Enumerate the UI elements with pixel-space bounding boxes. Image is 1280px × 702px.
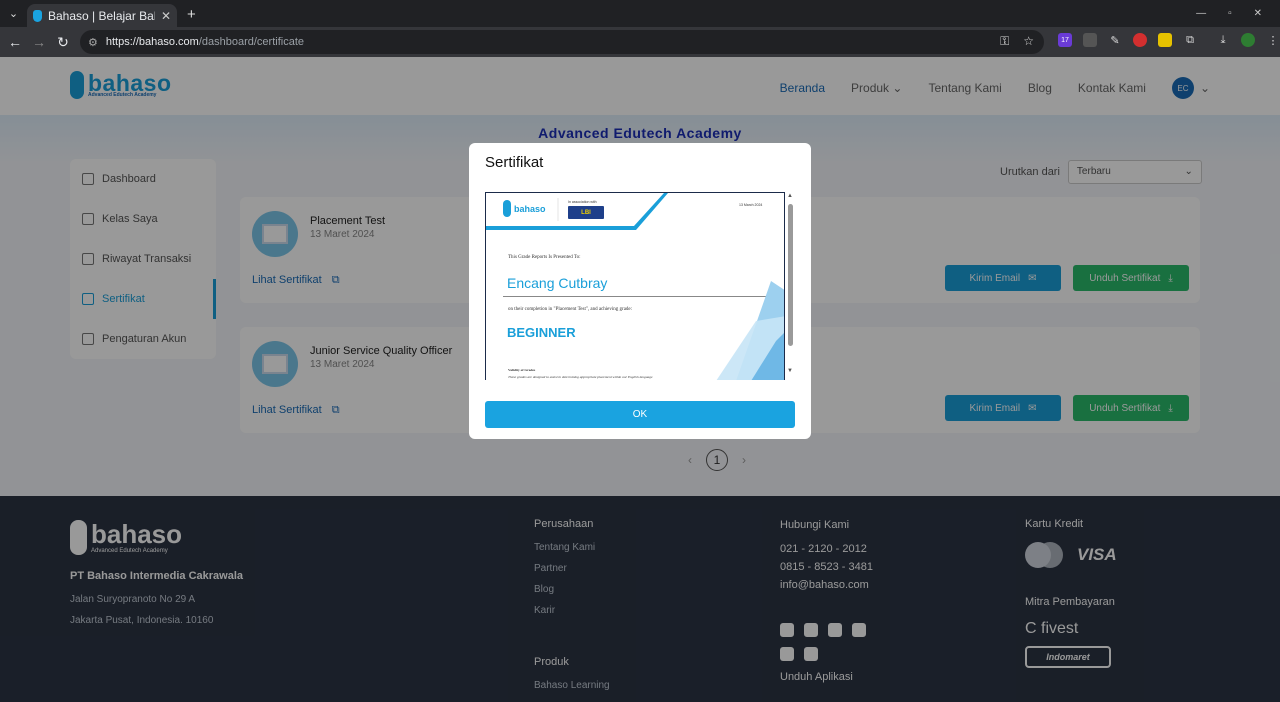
address-bar[interactable]: ⚙ https://bahaso.com/dashboard/certifica… xyxy=(80,30,1044,54)
puzzle-extensions-icon[interactable]: ⧉ xyxy=(1183,33,1197,47)
extension-icon[interactable] xyxy=(1083,33,1097,47)
browser-tab[interactable]: Bahaso | Belajar Bahasa ✕ xyxy=(27,4,177,27)
adblock-extension-icon[interactable] xyxy=(1133,33,1147,47)
restore-icon[interactable]: ▫ xyxy=(1228,8,1232,19)
site-info-icon[interactable]: ⚙ xyxy=(88,36,98,49)
certificate-presented: This Grade Reports Is Presented To: xyxy=(508,255,581,260)
certificate-recipient-name: Encang Cutbray xyxy=(507,275,608,291)
close-tab-icon[interactable]: ✕ xyxy=(161,9,171,23)
calendar-extension-icon[interactable]: 17 xyxy=(1058,33,1072,47)
lbi-logo: LBI xyxy=(568,206,604,219)
scroll-down-icon[interactable]: ▼ xyxy=(787,368,793,374)
scrollbar-thumb[interactable] xyxy=(788,204,793,346)
new-tab-icon[interactable]: + xyxy=(177,6,206,27)
extensions-area: 17 ✎ ⧉ ⤓ ⋮ xyxy=(1058,33,1280,47)
certificate-preview[interactable]: bahaso In association with LBI 13 March … xyxy=(485,192,795,380)
scroll-up-icon[interactable]: ▲ xyxy=(787,193,793,199)
pen-extension-icon[interactable]: ✎ xyxy=(1108,33,1122,47)
certificate-decoration xyxy=(716,281,784,380)
url-text: https://bahaso.com/dashboard/certificate xyxy=(106,36,304,48)
bookmark-star-icon[interactable]: ☆ xyxy=(1023,34,1034,49)
certificate-logo: bahaso xyxy=(503,200,546,217)
password-key-icon[interactable]: ⚿ xyxy=(1000,34,1009,49)
certificate-document: bahaso In association with LBI 13 March … xyxy=(485,192,785,380)
profile-avatar-icon[interactable] xyxy=(1241,33,1255,47)
minimize-icon[interactable]: — xyxy=(1196,8,1206,19)
certificate-logo-text: bahaso xyxy=(514,203,546,214)
certificate-modal: Sertifikat bahaso In association with LB… xyxy=(469,143,811,439)
forward-icon[interactable]: → xyxy=(27,34,51,50)
certificate-scrollbar[interactable]: ▲ ▼ xyxy=(786,192,795,380)
reload-icon[interactable]: ↻ xyxy=(51,34,75,51)
browser-menu-icon[interactable]: ⋮ xyxy=(1266,33,1280,47)
validity-text: These grades are designed to assist in d… xyxy=(508,375,653,379)
window-controls: — ▫ ✕ xyxy=(1196,0,1280,27)
validity-heading: Validity of Grades xyxy=(508,368,536,372)
back-icon[interactable]: ← xyxy=(3,34,27,50)
certificate-assoc: In association with xyxy=(568,200,597,204)
bahaso-logo-icon xyxy=(503,200,511,217)
modal-title: Sertifikat xyxy=(485,154,544,171)
url-host: https://bahaso.com xyxy=(105,36,199,48)
certificate-grade: BEGINNER xyxy=(507,325,576,340)
download-icon[interactable]: ⤓ xyxy=(1216,33,1230,47)
tab-search-icon[interactable]: ⌄ xyxy=(0,0,27,27)
ok-button[interactable]: OK xyxy=(485,401,795,428)
certificate-completion: on their completion in "Placement Test",… xyxy=(508,307,633,312)
url-path: /dashboard/certificate xyxy=(198,36,304,48)
browser-tabstrip: ⌄ Bahaso | Belajar Bahasa ✕ + — ▫ ✕ xyxy=(0,0,1280,27)
bahaso-favicon-icon xyxy=(33,9,42,22)
close-window-icon[interactable]: ✕ xyxy=(1254,8,1262,19)
dictionary-extension-icon[interactable] xyxy=(1158,33,1172,47)
certificate-date: 13 March 2024 xyxy=(739,203,763,207)
browser-toolbar: ← → ↻ ⚙ https://bahaso.com/dashboard/cer… xyxy=(0,27,1280,57)
tab-title: Bahaso | Belajar Bahasa xyxy=(48,8,155,23)
